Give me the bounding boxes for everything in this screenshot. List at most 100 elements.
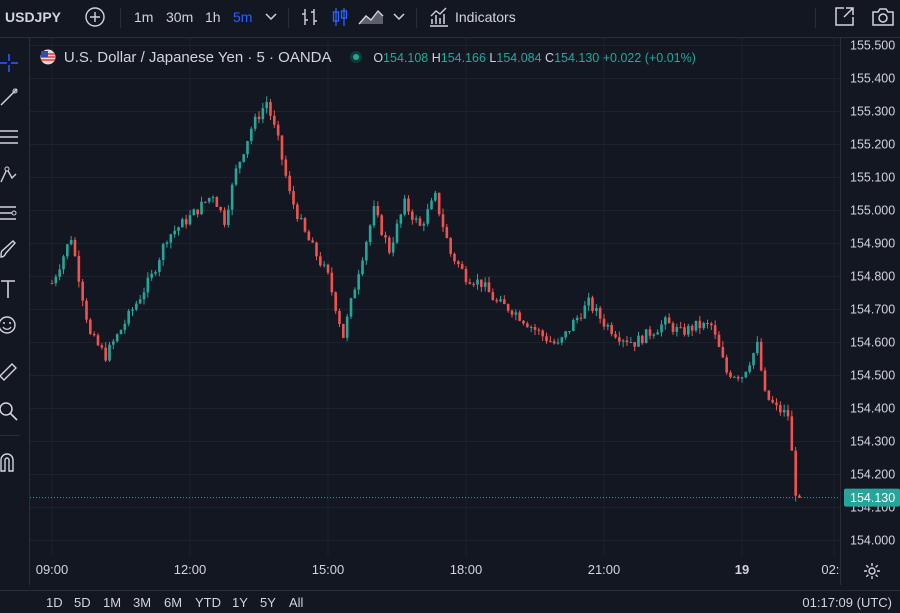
candle-body (338, 310, 341, 324)
candle-body (499, 299, 502, 302)
candle-body (85, 300, 88, 320)
drawing-toolbar (0, 38, 30, 585)
candle-body (786, 409, 790, 417)
candle-body (269, 102, 272, 116)
candle-body (372, 206, 376, 226)
candle-body (299, 218, 303, 220)
zoom-icon[interactable] (0, 400, 20, 422)
candle-body (319, 256, 322, 266)
area-icon[interactable] (358, 6, 384, 28)
range-1y[interactable]: 1Y (232, 595, 248, 610)
candle-body (648, 329, 652, 336)
indicators-button[interactable]: Indicators (455, 0, 516, 34)
range-5d[interactable]: 5D (74, 595, 91, 610)
candle-body (460, 264, 464, 269)
candle-body (763, 370, 767, 391)
candle-body (514, 312, 518, 315)
price-tick-label: 155.100 (850, 171, 895, 185)
emoji-icon[interactable] (0, 314, 20, 336)
fib-icon[interactable] (0, 126, 20, 148)
candles-icon[interactable] (330, 6, 350, 28)
candle-body (575, 317, 579, 321)
candle-body (694, 320, 698, 331)
text-icon[interactable] (0, 278, 20, 300)
candle-body (744, 371, 748, 378)
candle-body (81, 281, 84, 301)
interval-5m[interactable]: 5m (233, 0, 252, 34)
candle-body (418, 218, 422, 226)
bar-style-icon[interactable] (300, 6, 320, 28)
candle-body (357, 274, 360, 290)
candle-body (238, 161, 242, 169)
candle-body (503, 299, 506, 305)
range-ytd[interactable]: YTD (195, 595, 221, 610)
candle-body (161, 244, 165, 260)
candle-body (652, 334, 656, 336)
time-tick-label: 21:00 (588, 562, 621, 577)
range-1m[interactable]: 1M (103, 595, 121, 610)
candle-body (587, 297, 590, 306)
fullscreen-icon[interactable] (832, 5, 856, 29)
candle-body (702, 322, 705, 329)
trendline-icon[interactable] (0, 86, 20, 108)
candle-body (614, 334, 617, 338)
time-tick-label: 15:00 (312, 562, 345, 577)
candle-body (388, 237, 391, 253)
open-value: 154.108 (383, 51, 429, 65)
indicators-icon[interactable] (428, 6, 450, 28)
candle-body (307, 231, 311, 241)
candle-body (211, 197, 215, 199)
brush-icon[interactable] (0, 238, 20, 260)
chevron-down-icon[interactable] (392, 11, 406, 23)
candle-body (480, 279, 483, 287)
candle-body (54, 276, 58, 284)
candle-body (173, 230, 176, 235)
ruler-icon[interactable] (0, 360, 20, 382)
utc-clock[interactable]: 01:17:09 (UTC) (802, 595, 892, 610)
candle-body (184, 219, 188, 225)
candle-body (422, 223, 426, 226)
camera-icon[interactable] (870, 5, 896, 29)
interval-1h[interactable]: 1h (205, 0, 221, 34)
candle-body (223, 210, 226, 225)
separator (0, 435, 20, 436)
crosshair-icon[interactable] (0, 52, 20, 74)
candle-body (311, 240, 314, 243)
interval-1m[interactable]: 1m (134, 0, 153, 34)
candle-body (403, 198, 406, 215)
chevron-down-icon[interactable] (264, 11, 278, 23)
range-3m[interactable]: 3M (133, 595, 151, 610)
candle-body (660, 324, 663, 333)
magnet-icon[interactable] (0, 451, 20, 473)
time-axis[interactable]: 09:00 12:00 15:00 18:00 21:00 19 02:0 (30, 556, 840, 584)
price-axis[interactable]: 155.500 155.400 155.300 155.200 155.100 155.0… (840, 38, 900, 585)
candle-body (533, 327, 537, 330)
price-tick-label: 155.000 (850, 204, 895, 218)
candle-body (135, 303, 138, 310)
candle-body (154, 272, 157, 274)
candle-body (449, 238, 452, 254)
range-6m[interactable]: 6M (164, 595, 182, 610)
time-tick-label: 12:00 (174, 562, 207, 577)
candle-body (453, 253, 456, 262)
forecast-icon[interactable] (0, 202, 20, 224)
patterns-icon[interactable] (0, 164, 20, 186)
symbol-search[interactable]: USDJPY (5, 0, 61, 34)
range-1d[interactable]: 1D (46, 595, 63, 610)
market-status-icon[interactable] (349, 50, 363, 64)
candle-body (457, 261, 460, 265)
candle-body (568, 330, 571, 332)
candle-body (541, 330, 544, 337)
range-5y[interactable]: 5Y (260, 595, 276, 610)
price-chart[interactable] (30, 38, 840, 585)
range-all[interactable]: All (289, 595, 303, 610)
add-symbol-icon[interactable] (84, 6, 106, 28)
candle-body (115, 334, 119, 342)
price-tick-label: 154.800 (850, 270, 895, 284)
interval-30m[interactable]: 30m (166, 0, 193, 34)
candle-body (683, 327, 686, 335)
candle-body (537, 329, 541, 331)
settings-icon[interactable] (862, 561, 882, 581)
candle-body (365, 241, 368, 261)
candle-body (572, 320, 575, 331)
